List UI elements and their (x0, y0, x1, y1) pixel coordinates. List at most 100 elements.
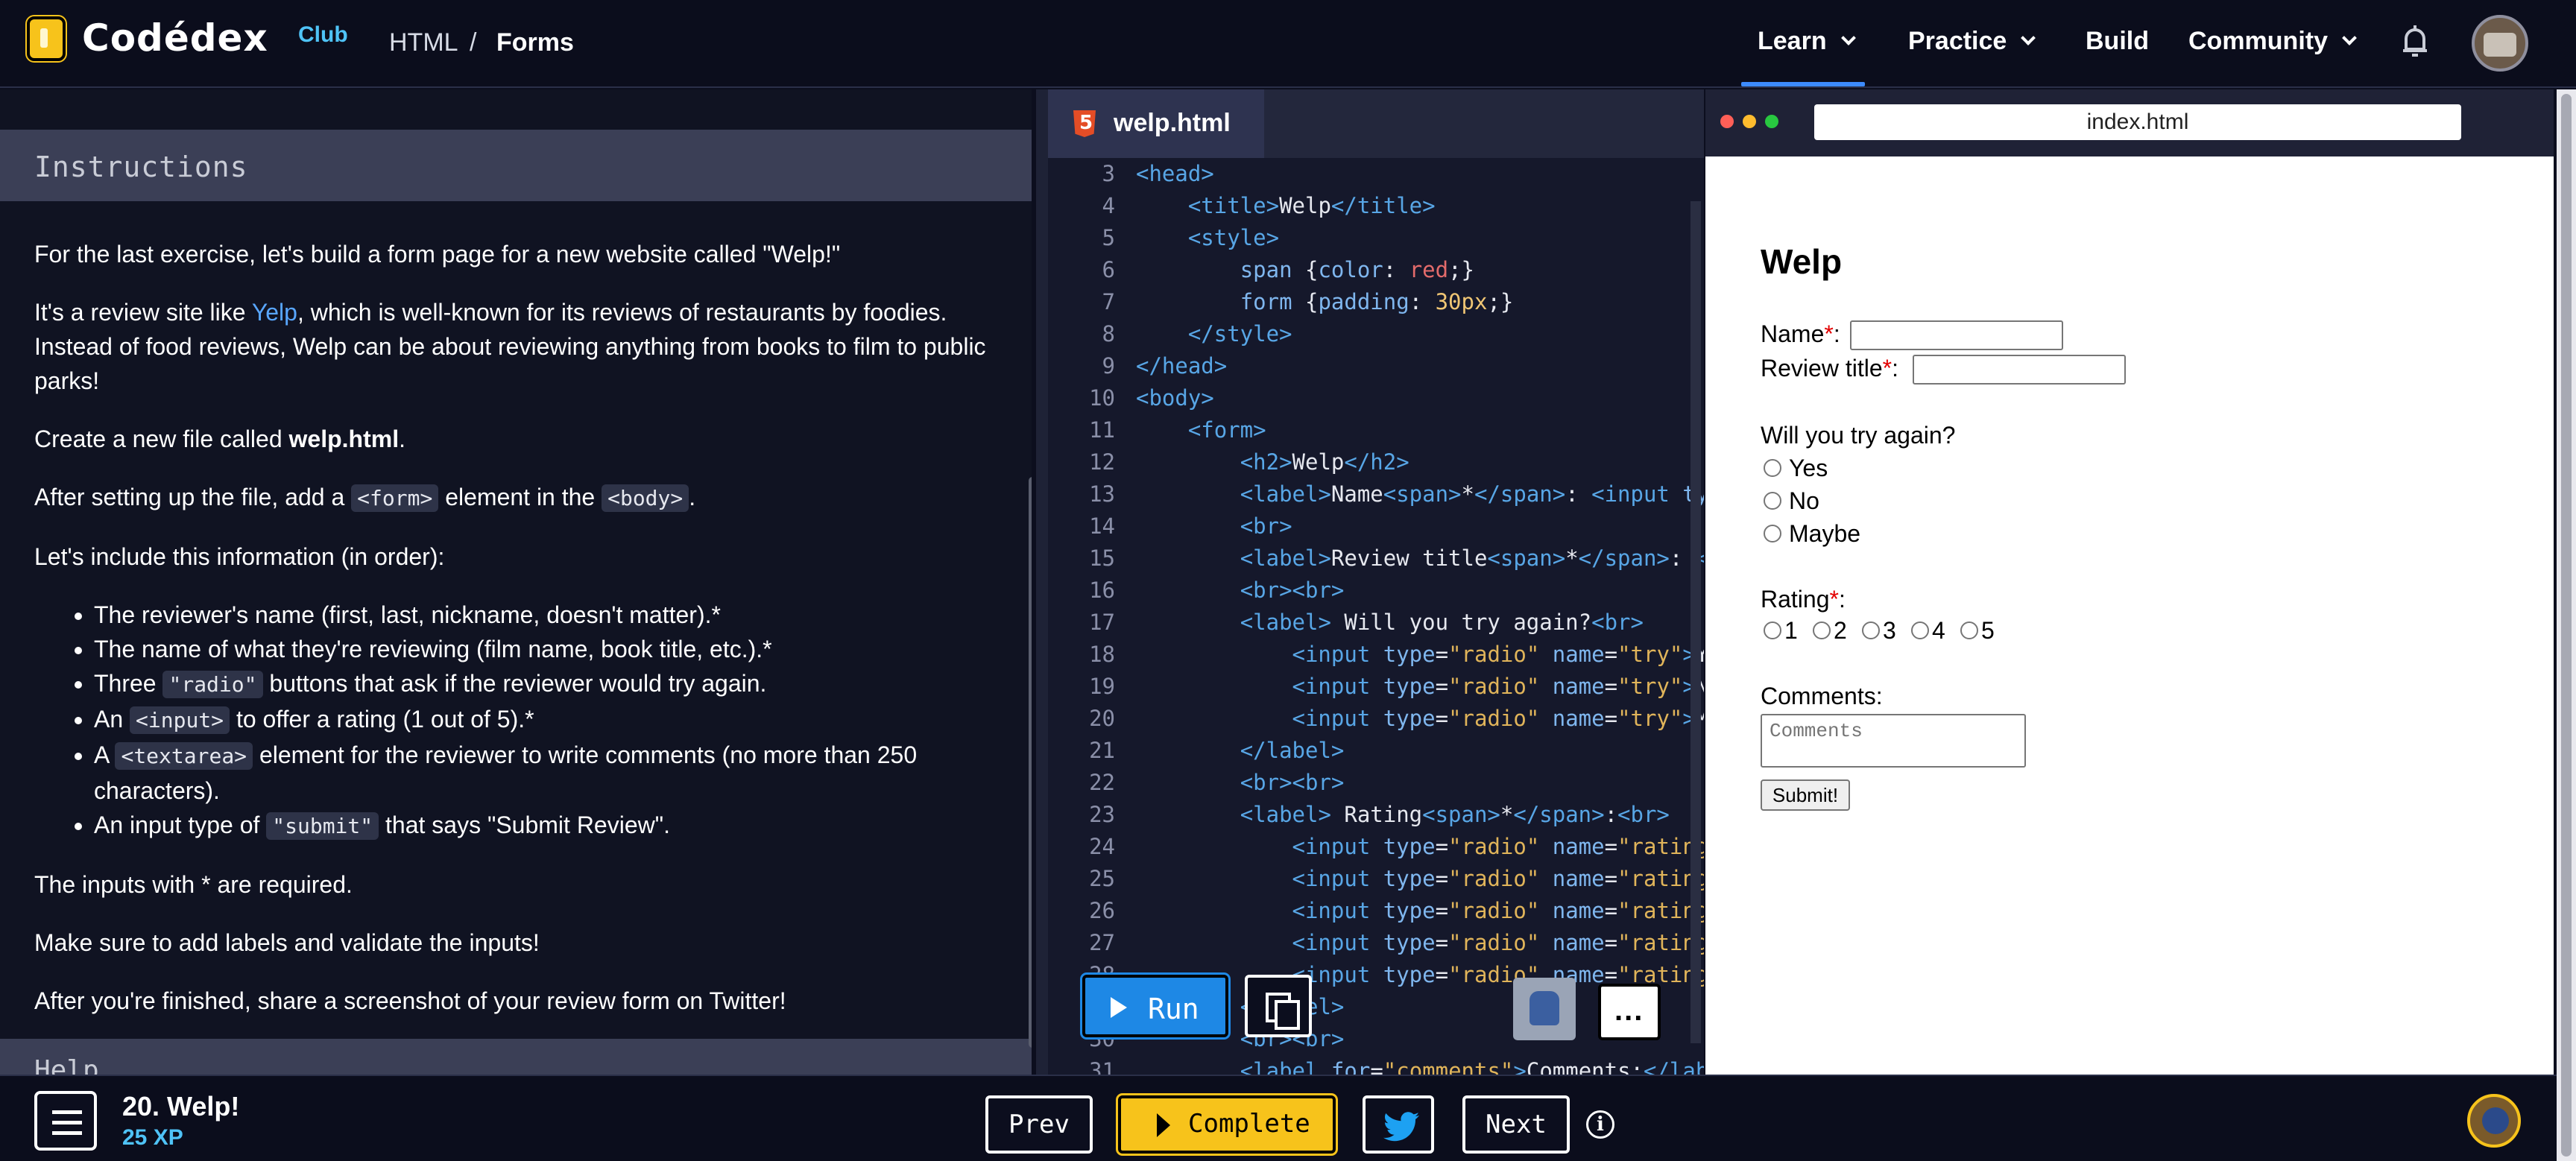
file-tab-welp[interactable]: welp.html (1048, 89, 1264, 158)
chevron-down-icon (1840, 31, 1856, 45)
chevron-down-icon (2021, 31, 2036, 45)
required-asterisk: * (1882, 355, 1892, 382)
copy-icon[interactable] (1245, 975, 1312, 1037)
breadcrumb-forms[interactable]: Forms (496, 28, 574, 57)
text: It's a review site like (34, 299, 252, 326)
rating-radio-1[interactable] (1764, 621, 1781, 639)
user-avatar[interactable] (2472, 15, 2528, 72)
instruction-paragraph: It's a review site like Yelp, which is w… (34, 295, 1003, 398)
inline-code: <textarea> (115, 742, 253, 770)
rating-radio-2[interactable] (1813, 621, 1831, 639)
nav-build-label: Build (2086, 27, 2149, 55)
instructions-header[interactable]: Instructions (0, 130, 1032, 201)
list-item: The name of what they're reviewing (film… (94, 632, 1003, 666)
run-label: Run (1148, 993, 1199, 1025)
twitter-share-button[interactable] (1363, 1095, 1434, 1154)
nav-practice-label: Practice (1908, 27, 2007, 55)
yelp-link[interactable]: Yelp (252, 299, 297, 326)
complete-button[interactable]: Complete (1118, 1095, 1336, 1154)
editor-scrollbar[interactable] (1690, 201, 1701, 1043)
text: that says "Submit Review". (379, 812, 670, 838)
chevron-down-icon (2342, 31, 2357, 45)
review-title-input[interactable] (1913, 355, 2126, 385)
comments-textarea[interactable]: Comments (1761, 714, 2026, 768)
radio-yes[interactable] (1764, 459, 1781, 477)
maximize-window-icon[interactable] (1765, 115, 1778, 128)
rating-value: 2 (1834, 617, 1847, 644)
radio-no-label: No (1789, 487, 1819, 514)
text: Rating (1761, 586, 1830, 613)
mascot-avatar[interactable] (2467, 1094, 2521, 1148)
instruction-paragraph: After setting up the file, add a <form> … (34, 480, 1003, 516)
nav-practice[interactable]: Practice (1908, 27, 2036, 56)
required-asterisk: * (1829, 586, 1839, 613)
instruction-paragraph: For the last exercise, let's build a for… (34, 241, 841, 268)
filename-bold: welp.html (288, 426, 400, 452)
rating-radio-4[interactable] (1911, 621, 1929, 639)
name-input[interactable] (1850, 320, 2063, 350)
radio-no[interactable] (1764, 492, 1781, 510)
requirements-list: The reviewer's name (first, last, nickna… (94, 598, 1003, 844)
twitter-icon (1383, 1112, 1419, 1142)
radio-yes-label: Yes (1789, 455, 1828, 481)
play-icon (1157, 1113, 1170, 1137)
radio-maybe[interactable] (1764, 525, 1781, 542)
run-button[interactable]: Run (1082, 975, 1228, 1037)
rating-radio-5[interactable] (1960, 621, 1978, 639)
review-title-label: Review title*: (1761, 355, 1898, 382)
more-options-button[interactable]: ... (1598, 984, 1661, 1040)
inline-code: "submit" (266, 812, 379, 840)
list-item: Three "radio" buttons that ask if the re… (94, 666, 1003, 702)
complete-label: Complete (1188, 1109, 1310, 1139)
instruction-paragraph: Create a new file called welp.html. (34, 422, 1003, 456)
rating-radio-3[interactable] (1862, 621, 1880, 639)
breadcrumb-html[interactable]: HTML (389, 28, 458, 57)
nav-build[interactable]: Build (2086, 27, 2149, 56)
editor-tab-bar: welp.html (1048, 89, 1704, 158)
inline-code: <input> (130, 706, 230, 734)
inline-code: <form> (351, 484, 439, 512)
name-label: Name*: (1761, 320, 1840, 348)
submit-button[interactable]: Submit! (1761, 779, 1850, 811)
text: to offer a rating (1 out of 5).* (230, 706, 534, 733)
text: : (1833, 320, 1840, 347)
lesson-menu-button[interactable] (34, 1091, 97, 1151)
ai-helper-icon[interactable] (1513, 978, 1576, 1040)
help-section-header[interactable]: Help (0, 1039, 1032, 1075)
text: buttons that ask if the reviewer would t… (262, 670, 767, 697)
nav-community[interactable]: Community (2188, 27, 2357, 56)
prev-button[interactable]: Prev (985, 1095, 1093, 1154)
codedex-logo-icon[interactable] (27, 16, 66, 61)
club-badge[interactable]: Club (298, 22, 348, 48)
preview-url-bar[interactable]: index.html (1814, 104, 2461, 140)
page-scrollbar[interactable] (2557, 89, 2576, 1161)
info-icon[interactable]: i (1586, 1110, 1614, 1139)
nav-learn[interactable]: Learn (1758, 27, 1856, 56)
radio-maybe-label: Maybe (1789, 520, 1861, 547)
brand-name[interactable]: Codédex (82, 16, 268, 60)
panel-splitter[interactable] (1036, 89, 1048, 1075)
text: An (94, 706, 130, 733)
html5-icon (1073, 110, 1096, 137)
text: Name (1761, 320, 1825, 347)
code-editor[interactable]: welp.html 3<head> 4 <title>Welp</title> … (1048, 89, 1704, 1075)
instructions-scrollbar[interactable] (1029, 477, 1032, 1048)
required-asterisk: * (1824, 320, 1834, 347)
text: After setting up the file, add a (34, 484, 352, 510)
close-window-icon[interactable] (1720, 115, 1734, 128)
next-button[interactable]: Next (1462, 1095, 1570, 1154)
text: Create a new file called (34, 426, 289, 452)
text: A (94, 741, 116, 768)
list-item: An input type of "submit" that says "Sub… (94, 808, 1003, 844)
text: An input type of (94, 812, 267, 838)
text: Review title (1761, 355, 1883, 382)
bell-icon[interactable] (2400, 24, 2430, 58)
minimize-window-icon[interactable] (1743, 115, 1756, 128)
file-tab-label: welp.html (1114, 109, 1231, 137)
play-icon (1111, 997, 1127, 1018)
text: element in the (438, 484, 602, 510)
text: : (1838, 586, 1846, 613)
code-content[interactable]: 3 <head> 4 <title>Welp</title> 5 <style> … (1048, 161, 1704, 1075)
rating-value: 4 (1932, 617, 1945, 644)
instructions-panel: Instructions For the last exercise, let'… (0, 89, 1032, 1075)
